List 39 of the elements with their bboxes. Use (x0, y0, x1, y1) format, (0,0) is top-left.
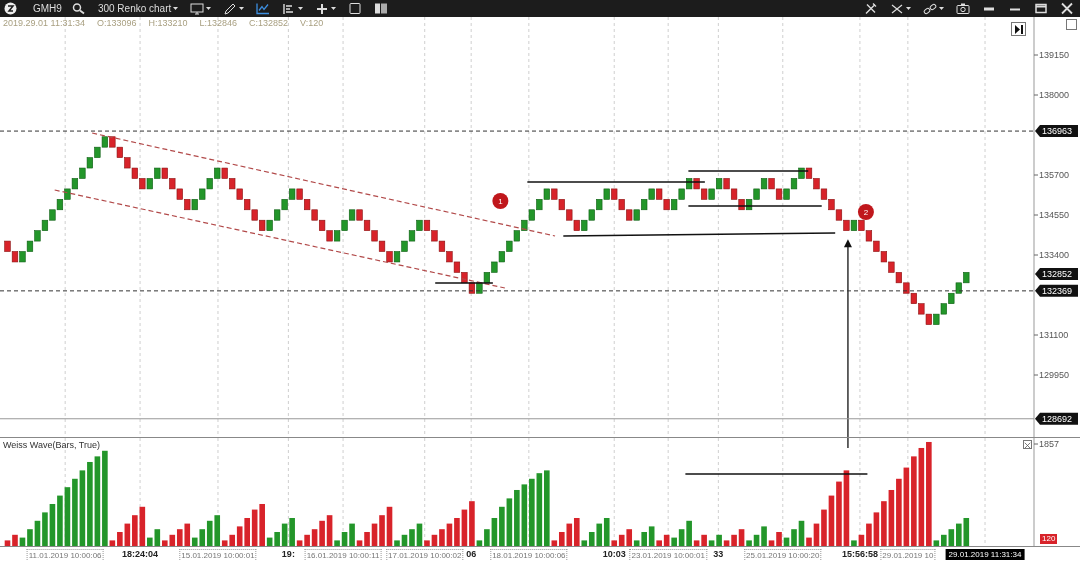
ohlc-value: 2019.29.01 11:31:34 (3, 18, 85, 28)
price-tick-label: 129950 (1039, 370, 1070, 380)
time-label: 25.01.2019 10:00:20 (744, 549, 822, 561)
price-tick-label: 135700 (1039, 170, 1070, 180)
price-tag: 136963 (1035, 125, 1078, 138)
time-label: 17.01.2019 10:00:02 (386, 549, 464, 561)
price-tick-label: 131100 (1039, 330, 1069, 340)
time-label: 10:03 (602, 549, 626, 560)
time-label: 06 (466, 549, 477, 560)
time-label: 16.01.2019 10:00:11 (304, 549, 382, 561)
price-tick-label: 139150 (1039, 50, 1070, 60)
price-tick-label: 134550 (1039, 210, 1070, 220)
time-label: 18.01.2019 10:00:06 (490, 549, 568, 561)
ohlc-value: L:132846 (199, 18, 238, 28)
time-label: 15:56:58 (841, 549, 878, 560)
ohlc-value: O:133096 (96, 18, 137, 28)
time-label: 29.01.2019 11:31:34 (945, 549, 1025, 560)
price-tag: 132369 (1035, 284, 1078, 297)
volume-tag: 120 (1040, 534, 1058, 544)
time-label: 18:24:04 (122, 549, 159, 560)
price-tag: 132852 (1035, 268, 1078, 281)
time-label: 33 (713, 549, 724, 560)
time-label: 23.01.2019 10:00:01 (629, 549, 707, 561)
time-label: 29.01.2019 10 (880, 549, 936, 561)
price-tag: 128692 (1035, 412, 1078, 425)
ohlc-value: H:133210 (148, 18, 188, 28)
time-label: 19: (281, 549, 295, 560)
ohlc-value: V:120 (300, 18, 324, 28)
ohlc-value: C:132852 (249, 18, 289, 28)
symbol-label[interactable]: GMH9 (33, 3, 62, 14)
number-badge: 1 (492, 193, 509, 209)
time-label: 15.01.2019 10:00:01 (179, 549, 257, 561)
price-tick-label: 138000 (1039, 90, 1070, 100)
time-label: 11.01.2019 10:00:06 (26, 549, 104, 561)
chart-type-dropdown[interactable]: 300 Renko chart (95, 1, 181, 16)
price-tick-label: 133400 (1039, 250, 1070, 260)
number-badge: 2 (857, 204, 874, 220)
volume-scale-label: 1857 (1039, 439, 1060, 449)
indicator-title: Weiss Wave(Bars, True) (3, 440, 101, 450)
